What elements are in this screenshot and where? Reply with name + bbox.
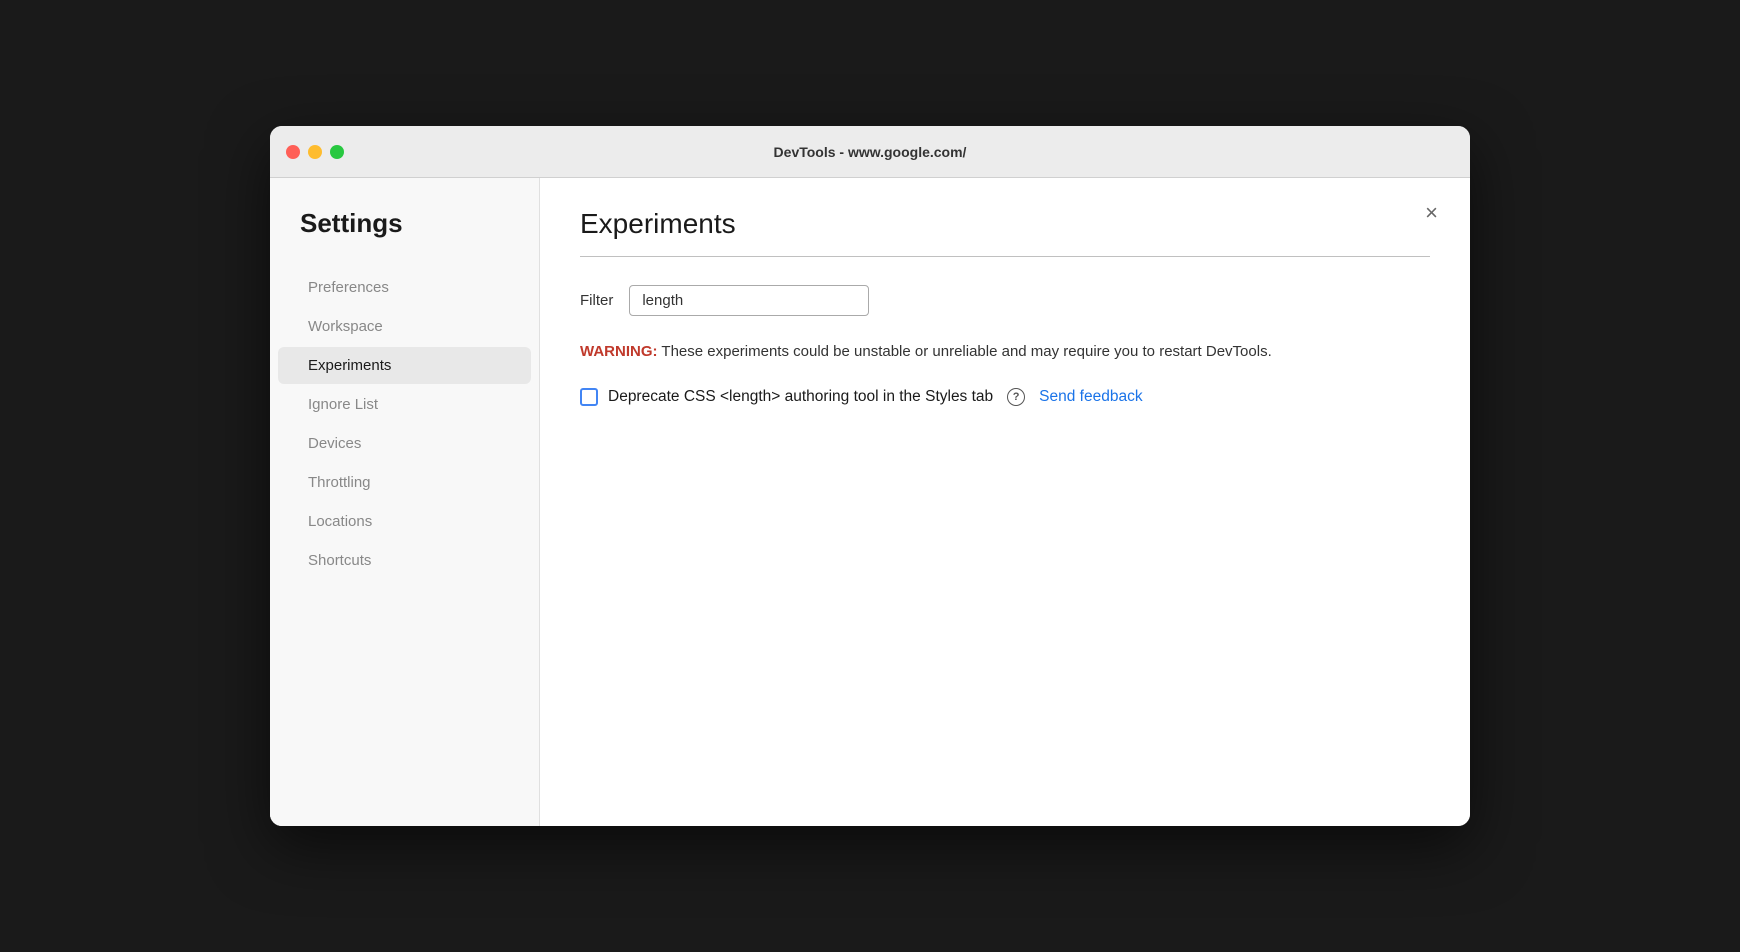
filter-label: Filter [580,292,613,309]
title-bar: DevTools - www.google.com/ [270,126,1470,178]
sidebar: Settings Preferences Workspace Experimen… [270,178,540,826]
devtools-window: DevTools - www.google.com/ Settings Pref… [270,126,1470,826]
minimize-traffic-light[interactable] [308,145,322,159]
close-traffic-light[interactable] [286,145,300,159]
sidebar-item-devices[interactable]: Devices [278,425,531,462]
experiment-item: Deprecate CSS <length> authoring tool in… [580,388,1430,406]
warning-keyword: WARNING: [580,343,658,360]
sidebar-heading: Settings [270,208,539,267]
experiment-checkbox[interactable] [580,388,598,406]
sidebar-item-shortcuts[interactable]: Shortcuts [278,542,531,579]
send-feedback-link[interactable]: Send feedback [1039,388,1142,406]
help-icon[interactable]: ? [1007,388,1025,406]
sidebar-item-experiments[interactable]: Experiments [278,347,531,384]
warning-message: These experiments could be unstable or u… [661,343,1271,360]
experiment-label: Deprecate CSS <length> authoring tool in… [608,388,993,406]
sidebar-item-preferences[interactable]: Preferences [278,269,531,306]
warning-text: WARNING: These experiments could be unst… [580,340,1430,364]
page-title: Experiments [580,208,1430,240]
traffic-lights [286,145,344,159]
maximize-traffic-light[interactable] [330,145,344,159]
window-body: Settings Preferences Workspace Experimen… [270,178,1470,826]
filter-row: Filter [580,285,1430,316]
window-title: DevTools - www.google.com/ [774,144,967,160]
main-content: × Experiments Filter WARNING: These expe… [540,178,1470,826]
sidebar-item-locations[interactable]: Locations [278,503,531,540]
sidebar-item-ignore-list[interactable]: Ignore List [278,386,531,423]
filter-input[interactable] [629,285,869,316]
sidebar-item-throttling[interactable]: Throttling [278,464,531,501]
sidebar-nav: Preferences Workspace Experiments Ignore… [270,269,539,579]
sidebar-item-workspace[interactable]: Workspace [278,308,531,345]
section-divider [580,256,1430,257]
close-button[interactable]: × [1417,198,1446,228]
